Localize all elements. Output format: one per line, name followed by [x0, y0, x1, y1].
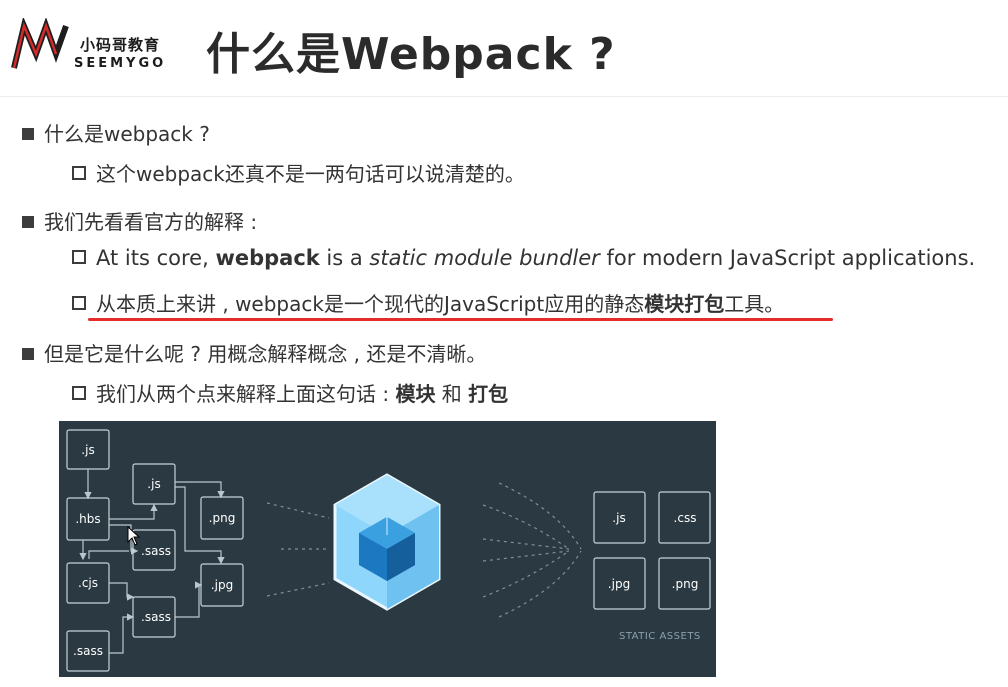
- dashed-output-line: [482, 550, 570, 562]
- asset-label: .jpg: [608, 577, 630, 591]
- diagram-svg: .js .hbs .cjs .sass .js .sass .sass .png…: [66, 429, 711, 672]
- webpack-bundling-diagram: .js .hbs .cjs .sass .js .sass .sass .png…: [59, 421, 716, 677]
- module-label: .jpg: [211, 578, 233, 592]
- module-label: .sass: [73, 644, 103, 658]
- hollow-square-bullet-icon: [72, 296, 86, 310]
- translation-text: 从本质上来讲 , webpack是一个现代的JavaScript应用的静态: [96, 292, 645, 316]
- hollow-square-bullet-icon: [72, 166, 86, 180]
- module-label: .png: [209, 511, 236, 525]
- page-title: 什么是Webpack ?: [206, 29, 616, 80]
- bullet-text: 什么是webpack ?: [44, 122, 210, 146]
- seemygo-logo: 小码哥教育 SEEMYGO: [10, 18, 190, 74]
- asset-label: .png: [672, 577, 699, 591]
- connector-line: [175, 486, 225, 565]
- quote-italic-term: static module bundler: [369, 246, 600, 270]
- header-divider: [0, 96, 1008, 97]
- hollow-square-bullet-icon: [72, 386, 86, 400]
- quote-text: is a: [319, 246, 370, 270]
- sub-bullet-two-points: 我们从两个点来解释上面这句话 : 模块 和 打包: [72, 378, 508, 407]
- connector-line: [109, 582, 135, 601]
- sub-bullet-chinese-translation: 从本质上来讲 , webpack是一个现代的JavaScript应用的静态模块打…: [72, 288, 784, 317]
- dashed-output-line: [482, 550, 570, 598]
- module-label: .js: [147, 477, 160, 491]
- translation-bold-term: 模块打包: [644, 292, 725, 316]
- bold-term-bundle: 打包: [468, 382, 509, 406]
- sub-bullet-not-easy: 这个webpack还真不是一两句话可以说清楚的。: [72, 158, 525, 187]
- bullet-text: 但是它是什么呢 ? 用概念解释概念 , 还是不清晰。: [44, 342, 487, 366]
- module-label: .sass: [141, 610, 171, 624]
- asset-label: .css: [674, 511, 697, 525]
- logo-mark-icon: [11, 18, 69, 69]
- dashed-output-line: [498, 550, 582, 618]
- static-assets-label: STATIC ASSETS: [619, 631, 701, 642]
- quote-text: for modern JavaScript applications.: [599, 246, 976, 270]
- logo-chinese-text: 小码哥教育: [80, 36, 161, 54]
- sub-bullet-text: 和: [435, 382, 469, 406]
- connector-line: [109, 613, 135, 654]
- connector-line: [88, 550, 129, 559]
- connector-line: [109, 503, 158, 520]
- header: 小码哥教育 SEEMYGO 什么是Webpack ?: [0, 0, 1008, 94]
- bullet-what-is-webpack: 什么是webpack ?: [22, 118, 210, 147]
- bullet-but-what-is-it: 但是它是什么呢 ? 用概念解释概念 , 还是不清晰。: [22, 338, 486, 367]
- module-label: .sass: [141, 544, 171, 558]
- bold-term-module: 模块: [395, 382, 436, 406]
- bullet-text: 我们先看看官方的解释 :: [44, 210, 258, 234]
- module-label: .hbs: [75, 512, 100, 526]
- module-label: .js: [81, 443, 94, 457]
- filled-square-bullet-icon: [22, 128, 34, 140]
- filled-square-bullet-icon: [22, 348, 34, 360]
- filled-square-bullet-icon: [22, 216, 34, 228]
- dashed-output-line: [482, 538, 570, 550]
- dashed-input-line: [266, 502, 330, 519]
- quote-text: At its core,: [96, 246, 216, 270]
- mouse-cursor-icon: [127, 526, 141, 546]
- sub-bullet-official-quote: At its core, webpack is a static module …: [72, 246, 975, 270]
- webpack-cube-icon: [333, 473, 441, 611]
- sub-bullet-text: 这个webpack还真不是一两句话可以说清楚的。: [96, 162, 525, 186]
- asset-label: .js: [612, 511, 625, 525]
- connector-line: [175, 581, 203, 618]
- quote-bold-webpack: webpack: [215, 246, 320, 270]
- logo-english-text: SEEMYGO: [74, 56, 167, 71]
- red-underline-annotation: [88, 318, 833, 321]
- dashed-input-line: [266, 582, 330, 597]
- hollow-square-bullet-icon: [72, 250, 86, 264]
- connector-line: [175, 481, 225, 499]
- module-label: .cjs: [78, 576, 98, 590]
- bullet-official-explanation: 我们先看看官方的解释 :: [22, 206, 257, 235]
- translation-text: 工具。: [724, 292, 785, 316]
- sub-bullet-text: 我们从两个点来解释上面这句话 :: [96, 382, 396, 406]
- dashed-output-line: [482, 504, 570, 550]
